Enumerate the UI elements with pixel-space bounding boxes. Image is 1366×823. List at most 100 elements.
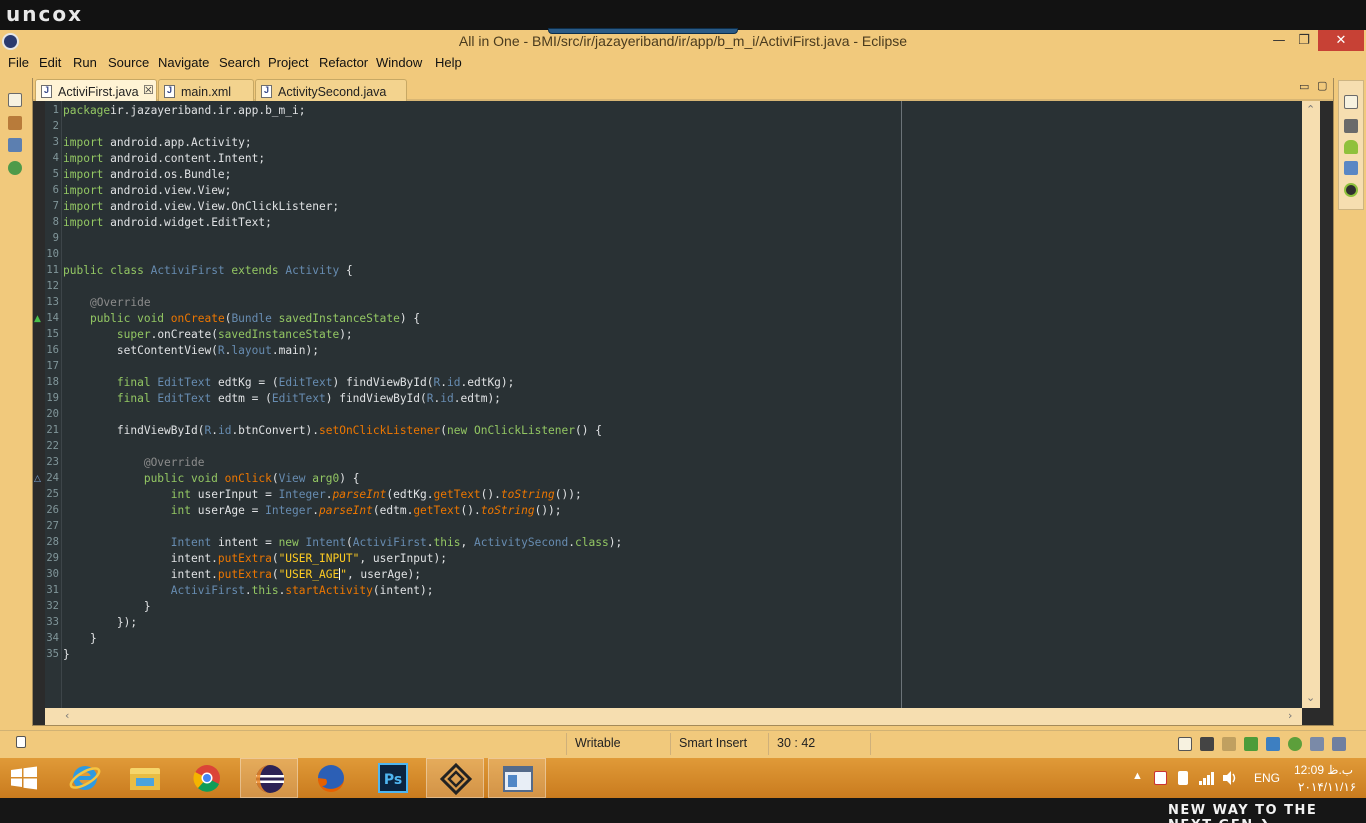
vertical-scrollbar[interactable]: ⌃ ⌄ bbox=[1302, 101, 1320, 708]
menu-edit[interactable]: Edit bbox=[39, 55, 61, 70]
scroll-up-icon[interactable]: ⌃ bbox=[1306, 103, 1315, 116]
code-token: extends bbox=[231, 264, 279, 277]
window-title: All in One - BMI/src/ir/jazayeriband/ir/… bbox=[458, 33, 908, 49]
menu-help[interactable]: Help bbox=[435, 55, 462, 70]
action-center-icon[interactable] bbox=[1154, 771, 1167, 785]
tab-activitysecond-java[interactable]: ActivitySecond.java bbox=[255, 79, 407, 101]
task-icon[interactable] bbox=[1310, 737, 1324, 751]
system-tray: ▲ ENG 12:09 ب.ظ ۲۰۱۴/۱۱/۱۶ bbox=[1126, 758, 1366, 798]
device-icon[interactable] bbox=[1344, 119, 1358, 133]
scroll-left-icon[interactable]: ‹ bbox=[65, 709, 69, 722]
run-icon[interactable] bbox=[1244, 737, 1258, 751]
sdk-icon[interactable] bbox=[1222, 737, 1236, 751]
volume-icon[interactable] bbox=[1222, 770, 1238, 786]
taskbar-ie[interactable] bbox=[56, 758, 114, 798]
menu-search[interactable]: Search bbox=[219, 55, 260, 70]
taskbar-eclipse[interactable] bbox=[240, 758, 298, 798]
code-token: EditText bbox=[278, 376, 333, 389]
recorder-handle[interactable] bbox=[548, 28, 738, 34]
debug-icon[interactable] bbox=[1288, 737, 1302, 751]
line-number: 31 bbox=[46, 584, 59, 596]
taskbar-photoshop[interactable]: Ps bbox=[364, 758, 422, 798]
minimize-editor-icon[interactable]: ▭ bbox=[1299, 80, 1309, 93]
code-line: intent.putExtra("USER_AGE", userAge); bbox=[63, 568, 421, 581]
code-token: findViewById( bbox=[63, 424, 205, 437]
language-indicator[interactable]: ENG bbox=[1254, 771, 1280, 785]
taskbar-firefox[interactable] bbox=[302, 758, 360, 798]
menu-project[interactable]: Project bbox=[268, 55, 308, 70]
folder-icon bbox=[130, 768, 160, 790]
windows-logo-icon bbox=[11, 766, 37, 790]
code-token: edtKg = ( bbox=[211, 376, 279, 389]
menu-file[interactable]: File bbox=[8, 55, 29, 70]
scroll-right-icon[interactable]: › bbox=[1288, 709, 1292, 722]
layout-icon[interactable] bbox=[1344, 161, 1358, 175]
code-token: EditText bbox=[157, 376, 212, 389]
code-editor[interactable]: 1 2 3 4 5 6 7 8 9 10 11 12 13 14 15 16 17 18 19 20 21 22 23 24 2… bbox=[34, 101, 1302, 708]
minimize-button[interactable]: — bbox=[1266, 32, 1292, 50]
menu-refactor[interactable]: Refactor bbox=[319, 55, 368, 70]
code-token: getText bbox=[433, 488, 481, 501]
taskbar-recorder[interactable] bbox=[426, 758, 484, 798]
emulator-icon[interactable] bbox=[1344, 183, 1358, 197]
maximize-editor-icon[interactable]: ▢ bbox=[1317, 79, 1327, 92]
implements-marker-icon[interactable]: △ bbox=[34, 474, 41, 484]
android-icon[interactable] bbox=[1344, 140, 1358, 154]
taskbar-app[interactable] bbox=[488, 758, 546, 798]
menu-run[interactable]: Run bbox=[73, 55, 97, 70]
device-icon[interactable] bbox=[1200, 737, 1214, 751]
line-number: 16 bbox=[46, 344, 59, 356]
menu-window[interactable]: Window bbox=[376, 55, 422, 70]
java-file-icon bbox=[41, 85, 52, 98]
code-token: onClick bbox=[224, 472, 272, 485]
restore-view-icon[interactable] bbox=[8, 93, 22, 107]
restore-view-icon[interactable] bbox=[1344, 95, 1358, 109]
start-button[interactable] bbox=[0, 758, 58, 798]
show-hidden-icons-icon[interactable]: ▲ bbox=[1132, 770, 1143, 782]
code-token: OnClickListener bbox=[473, 424, 576, 437]
taskbar-explorer[interactable] bbox=[116, 758, 174, 798]
clock-time[interactable]: 12:09 ب.ظ bbox=[1294, 763, 1353, 777]
code-token: (edtm. bbox=[372, 504, 414, 517]
code-token: View bbox=[278, 472, 306, 485]
status-toolbar bbox=[1162, 734, 1362, 754]
code-line: import android.widget.EditText; bbox=[63, 216, 272, 229]
hierarchy-icon[interactable] bbox=[8, 161, 22, 175]
close-tab-icon[interactable]: ☒ bbox=[143, 83, 154, 97]
console-icon[interactable] bbox=[1332, 737, 1346, 751]
code-token: (edtKg. bbox=[386, 488, 434, 501]
scroll-down-icon[interactable]: ⌄ bbox=[1306, 691, 1315, 704]
share-icon[interactable] bbox=[1266, 737, 1280, 751]
close-button[interactable]: ✕ bbox=[1318, 30, 1364, 51]
code-token: .main); bbox=[271, 344, 319, 357]
fast-view-icon[interactable] bbox=[16, 736, 26, 748]
code-token: } bbox=[63, 600, 151, 613]
code-token: putExtra bbox=[217, 552, 272, 565]
restore-icon[interactable] bbox=[1178, 737, 1192, 751]
menu-source[interactable]: Source bbox=[108, 55, 149, 70]
code-line: public void onClick(View arg0) { bbox=[63, 472, 360, 485]
code-token: .btnConvert). bbox=[231, 424, 319, 437]
code-token: ( bbox=[440, 424, 447, 437]
tab-activifirst-java[interactable]: ActiviFirst.java ☒ bbox=[35, 79, 157, 101]
code-token: this bbox=[251, 584, 279, 597]
menu-navigate[interactable]: Navigate bbox=[158, 55, 209, 70]
clock-date[interactable]: ۲۰۱۴/۱۱/۱۶ bbox=[1298, 780, 1356, 794]
horizontal-scrollbar[interactable]: ‹ › bbox=[45, 708, 1302, 725]
code-token: ) { bbox=[339, 472, 360, 485]
line-number: 23 bbox=[46, 456, 59, 468]
override-marker-icon[interactable]: ▲ bbox=[34, 314, 41, 324]
taskbar-chrome[interactable] bbox=[178, 758, 236, 798]
package-explorer-icon[interactable] bbox=[8, 116, 22, 130]
outline-icon[interactable] bbox=[8, 138, 22, 152]
tab-main-xml[interactable]: main.xml bbox=[158, 79, 254, 101]
code-token: ) findViewById( bbox=[332, 376, 434, 389]
power-icon[interactable] bbox=[1178, 771, 1188, 785]
print-margin bbox=[901, 101, 902, 708]
network-icon[interactable] bbox=[1198, 770, 1216, 786]
restore-button[interactable]: ❐ bbox=[1291, 32, 1317, 50]
code-token: public class bbox=[63, 264, 144, 277]
